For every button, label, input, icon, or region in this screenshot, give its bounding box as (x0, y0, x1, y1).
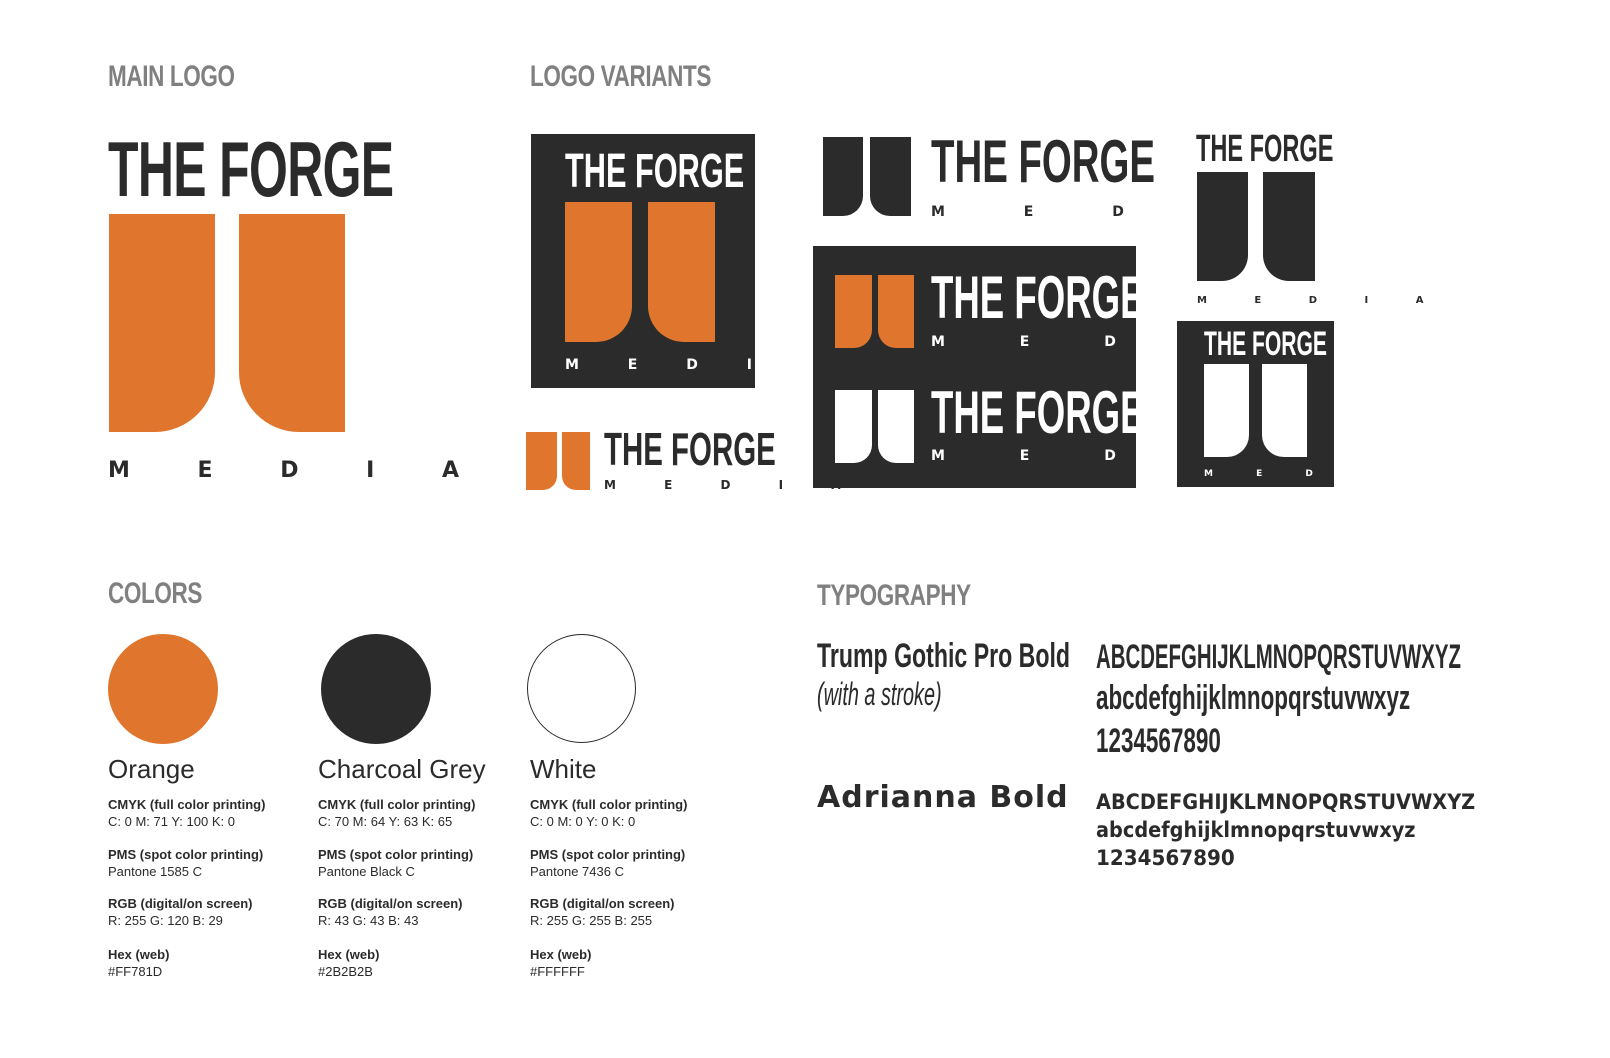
variant6-right-pillar (1262, 364, 1307, 457)
sample-digits: 1234567890 (1096, 722, 1221, 760)
cmyk-value: C: 0 M: 0 Y: 0 K: 0 (530, 814, 636, 829)
variant2-wordmark: THE FORGE (604, 423, 776, 475)
rgb-label: RGB (digital/on screen) (530, 896, 675, 911)
variant3-right-pillar (870, 137, 911, 216)
logo-variants-title: LOGO VARIANTS (530, 60, 711, 93)
charcoal-swatch (321, 634, 431, 744)
sample-lowercase: abcdefghijklmnopqrstuvwxyz (1096, 818, 1416, 842)
variant6-media: M E D I A (1204, 469, 1430, 479)
variant4b-left-pillar (835, 390, 872, 463)
variant2-left-pillar (526, 432, 557, 490)
cmyk-value: C: 0 M: 71 Y: 100 K: 0 (108, 814, 235, 829)
variant6-left-pillar (1204, 364, 1249, 457)
main-logo-wordmark: THE FORGE (108, 125, 394, 213)
hex-label: Hex (web) (108, 947, 170, 962)
variant4b-right-pillar (878, 390, 914, 463)
pms-value: Pantone Black C (318, 864, 415, 879)
rgb-value: R: 255 G: 255 B: 255 (530, 913, 653, 928)
hex-value: #FF781D (108, 964, 163, 979)
font-note: (with a stroke) (817, 676, 942, 712)
hex-label: Hex (web) (318, 947, 380, 962)
variant1-right-pillar (648, 202, 715, 342)
typography-title: TYPOGRAPHY (817, 579, 971, 612)
font-name: Adrianna Bold (817, 780, 1069, 815)
variant5-left-pillar (1197, 172, 1248, 281)
pms-value: Pantone 7436 C (530, 864, 624, 879)
white-swatch (527, 634, 636, 743)
hex-value: #2B2B2B (318, 964, 373, 979)
variant4b-wordmark: THE FORGE (931, 379, 1145, 446)
cmyk-label: CMYK (full color printing) (108, 797, 266, 812)
pms-value: Pantone 1585 C (108, 864, 202, 879)
color-name: White (530, 754, 597, 784)
pms-label: PMS (spot color printing) (530, 847, 686, 862)
sample-lowercase: abcdefghijklmnopqrstuvwxyz (1096, 679, 1411, 717)
variant4a-wordmark: THE FORGE (931, 264, 1145, 331)
sample-digits: 1234567890 (1096, 846, 1235, 870)
pms-label: PMS (spot color printing) (318, 847, 474, 862)
variant4a-left-pillar (835, 275, 872, 348)
rgb-label: RGB (digital/on screen) (108, 896, 253, 911)
variant1-media: M E D I A (565, 357, 834, 373)
hex-value: #FFFFFF (530, 964, 585, 979)
rgb-label: RGB (digital/on screen) (318, 896, 463, 911)
hex-label: Hex (web) (530, 947, 592, 962)
font-name: Trump Gothic Pro Bold (817, 637, 1071, 675)
variant5-right-pillar (1263, 172, 1315, 281)
color-name: Orange (108, 754, 195, 784)
variant6-wordmark: THE FORGE (1204, 325, 1327, 363)
main-logo-media: M E D I A (108, 458, 490, 483)
variant5-media: M E D I A (1197, 295, 1446, 306)
colors-title: COLORS (108, 577, 203, 610)
main-logo-left-pillar (109, 214, 215, 432)
rgb-value: R: 255 G: 120 B: 29 (108, 913, 223, 928)
pms-label: PMS (spot color printing) (108, 847, 264, 862)
main-logo-title: MAIN LOGO (108, 60, 235, 93)
orange-swatch (108, 634, 218, 744)
cmyk-label: CMYK (full color printing) (530, 797, 688, 812)
variant3-left-pillar (823, 137, 863, 216)
cmyk-label: CMYK (full color printing) (318, 797, 476, 812)
variant3-wordmark: THE FORGE (931, 128, 1156, 195)
color-name: Charcoal Grey (318, 754, 486, 784)
variant2-right-pillar (562, 432, 590, 490)
main-logo-right-pillar (239, 214, 345, 432)
rgb-value: R: 43 G: 43 B: 43 (318, 913, 419, 928)
cmyk-value: C: 70 M: 64 Y: 63 K: 65 (318, 814, 453, 829)
variant1-left-pillar (565, 202, 632, 342)
variant1-wordmark: THE FORGE (565, 145, 745, 198)
sample-uppercase: ABCDEFGHIJKLMNOPQRSTUVWXYZ (1096, 790, 1476, 814)
variant4a-right-pillar (878, 275, 914, 348)
sample-uppercase: ABCDEFGHIJKLMNOPQRSTUVWXYZ (1096, 638, 1461, 676)
variant5-wordmark: THE FORGE (1196, 128, 1334, 170)
